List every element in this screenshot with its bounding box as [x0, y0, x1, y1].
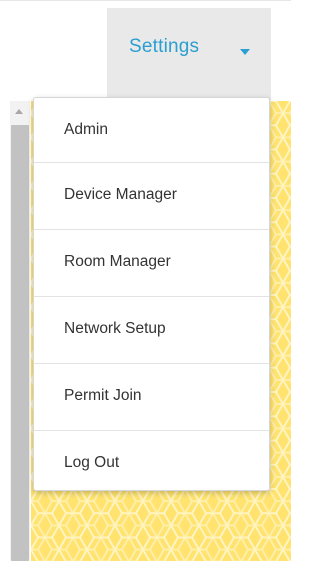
menu-item-label: Admin	[64, 121, 108, 138]
menu-item-label: Log Out	[64, 454, 120, 471]
top-divider	[0, 0, 291, 1]
menu-item-log-out[interactable]: Log Out	[34, 431, 269, 498]
scroll-up-arrow-icon[interactable]	[15, 109, 23, 114]
menu-item-room-manager[interactable]: Room Manager	[34, 230, 269, 297]
scrollbar-thumb[interactable]	[11, 125, 29, 561]
menu-item-network-setup[interactable]: Network Setup	[34, 297, 269, 364]
menu-item-label: Network Setup	[64, 320, 166, 337]
settings-dropdown-toggle[interactable]: Settings	[107, 8, 271, 100]
menu-item-label: Room Manager	[64, 253, 171, 270]
menu-item-label: Permit Join	[64, 387, 142, 404]
settings-menu: Admin Device Manager Room Manager Networ…	[33, 97, 270, 491]
menu-item-label: Device Manager	[64, 186, 177, 203]
menu-item-device-manager[interactable]: Device Manager	[34, 163, 269, 230]
scrollbar[interactable]	[10, 101, 30, 561]
menu-item-permit-join[interactable]: Permit Join	[34, 364, 269, 431]
caret-down-icon	[240, 49, 250, 55]
settings-label: Settings	[129, 36, 200, 57]
menu-item-admin[interactable]: Admin	[34, 98, 269, 165]
